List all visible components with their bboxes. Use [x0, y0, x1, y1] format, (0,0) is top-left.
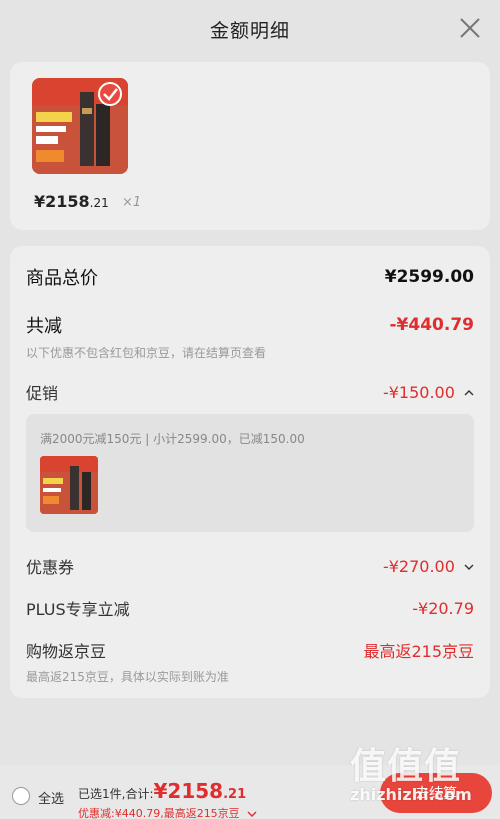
discount-text: 优惠减:¥440.79,最高返215京豆: [78, 807, 240, 819]
chevron-down-icon[interactable]: [464, 562, 474, 572]
checkout-button[interactable]: 去结算: [380, 773, 492, 813]
product-card: ¥2158.21 ×1: [10, 62, 490, 230]
saved-row: 共减 -¥440.79: [26, 312, 474, 338]
sum-prefix: 已选1件,合计:: [78, 787, 154, 801]
modal-header: 金额明细: [0, 0, 500, 58]
promo-row[interactable]: 促销 -¥150.00: [26, 380, 474, 404]
sum-amount-decimal: .21: [223, 787, 247, 802]
checkout-bar: 全选 已选1件,合计:¥2158.21 优惠减:¥440.79,最高返215京豆…: [0, 765, 500, 819]
saved-note: 以下优惠不包含红包和京豆，请在结算页查看: [26, 346, 267, 360]
bean-note: 最高返215京豆，具体以实际到账为准: [26, 670, 229, 684]
bean-value: 最高返215京豆: [363, 642, 474, 661]
amount-detail-card: 商品总价 ¥2599.00 共减 -¥440.79 以下优惠不包含红包和京豆，请…: [10, 246, 490, 698]
plus-label: PLUS专享立减: [26, 600, 130, 619]
discount-chevron-down-icon[interactable]: [247, 809, 257, 819]
close-icon[interactable]: [458, 16, 482, 40]
promo-product-image: [40, 456, 98, 514]
product-image[interactable]: [32, 78, 128, 174]
promo-desc: 满2000元减150元 | 小计2599.00，已减150.00: [40, 432, 305, 446]
product-price-decimal: .21: [89, 196, 109, 210]
bean-label: 购物返京豆: [26, 642, 107, 661]
bean-row: 购物返京豆 最高返215京豆: [26, 638, 474, 662]
saved-label: 共减: [26, 316, 62, 337]
coupon-label: 优惠券: [26, 558, 75, 577]
total-row: 商品总价 ¥2599.00: [26, 264, 474, 290]
select-all-label[interactable]: 全选: [38, 788, 64, 807]
discount-line[interactable]: 优惠减:¥440.79,最高返215京豆: [78, 805, 257, 819]
product-image-art: [32, 78, 128, 174]
chevron-up-icon[interactable]: [464, 388, 474, 398]
total-value: ¥2599.00: [384, 267, 474, 287]
plus-value: -¥20.79: [412, 598, 474, 618]
saved-value: -¥440.79: [389, 315, 475, 335]
promo-detail-box: 满2000元减150元 | 小计2599.00，已减150.00: [26, 414, 474, 532]
coupon-value: -¥270.00: [382, 556, 455, 576]
sum-amount: ¥2158.21: [154, 779, 247, 803]
product-price: ¥2158.21: [34, 192, 109, 211]
product-price-main: ¥2158: [34, 192, 90, 211]
select-all-radio[interactable]: [12, 787, 30, 805]
sum-line: 已选1件,合计:¥2158.21: [78, 779, 246, 803]
promo-label: 促销: [26, 384, 59, 403]
coupon-row[interactable]: 优惠券 -¥270.00: [26, 554, 474, 578]
promo-value: -¥150.00: [382, 382, 455, 402]
page-title: 金额明细: [209, 19, 290, 42]
sum-amount-main: ¥2158: [153, 779, 224, 803]
coupon-value-wrap: -¥270.00: [383, 557, 474, 576]
plus-row: PLUS专享立减 -¥20.79: [26, 596, 474, 620]
product-quantity: ×1: [122, 195, 142, 210]
promo-value-wrap: -¥150.00: [383, 383, 474, 402]
promo-product-image-art: [40, 456, 98, 514]
total-label: 商品总价: [26, 268, 98, 289]
